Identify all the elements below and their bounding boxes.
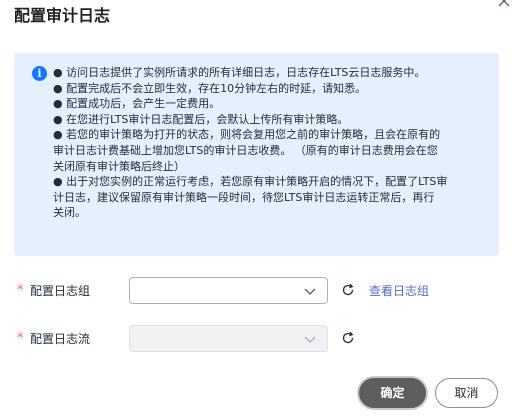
view-log-group-link[interactable]: 查看日志组 bbox=[369, 283, 429, 299]
dialog-title: 配置审计日志 bbox=[14, 6, 111, 25]
notice-line: ● 出于对您实例的正常运行考虑，若您原有审计策略开启的情况下，配置了LTS审 bbox=[53, 175, 448, 189]
required-mark: * bbox=[17, 283, 24, 298]
ok-button[interactable]: 确定 bbox=[359, 378, 426, 408]
notice-line: ● 配置成功后，会产生一定费用。 bbox=[53, 97, 221, 111]
log-stream-select[interactable] bbox=[129, 325, 328, 352]
notice-line: ● 配置完成后不会立即生效，存在10分钟左右的时延，请知悉。 bbox=[53, 81, 367, 95]
notice-line: 审计日志计费基础上增加您LTS的审计日志收费。 （原有的审计日志费用会在您 bbox=[53, 143, 438, 157]
notice-line: ● 若您的审计策略为打开的状态，则将会复用您之前的审计策略，且会在原有的 bbox=[53, 128, 441, 142]
notice-line: 关闭原有审计策略后终止） bbox=[53, 159, 185, 173]
chevron-down-icon bbox=[304, 336, 316, 343]
close-icon[interactable] bbox=[497, 0, 511, 8]
required-mark: * bbox=[17, 331, 24, 346]
info-icon: i bbox=[32, 66, 47, 81]
log-group-select[interactable] bbox=[129, 277, 328, 304]
notice-box: i ● 访问日志提供了实例所请求的所有详细日志，日志存在LTS云日志服务中。 ●… bbox=[14, 53, 499, 256]
log-stream-label: 配置日志流 bbox=[30, 332, 91, 346]
notice-line: ● 访问日志提供了实例所请求的所有详细日志，日志存在LTS云日志服务中。 bbox=[53, 66, 426, 79]
notice-text: ● 访问日志提供了实例所请求的所有详细日志，日志存在LTS云日志服务中。 ● 配… bbox=[53, 65, 493, 221]
refresh-icon[interactable] bbox=[341, 331, 355, 345]
notice-line: 计日志，建议保留原有审计策略一段时间，待您LTS审计日志运转正常后，再行 bbox=[53, 190, 435, 204]
log-group-label: 配置日志组 bbox=[30, 284, 91, 298]
log-stream-row: * 配置日志流 bbox=[0, 325, 516, 353]
log-group-row: * 配置日志组 查看日志组 bbox=[0, 277, 516, 305]
notice-line: 关闭。 bbox=[53, 206, 86, 220]
refresh-icon[interactable] bbox=[341, 283, 355, 297]
chevron-down-icon bbox=[304, 288, 316, 295]
cancel-button[interactable]: 取消 bbox=[435, 378, 498, 408]
notice-line: ● 在您进行LTS审计日志配置后，会默认上传所有审计策略。 bbox=[53, 112, 349, 126]
